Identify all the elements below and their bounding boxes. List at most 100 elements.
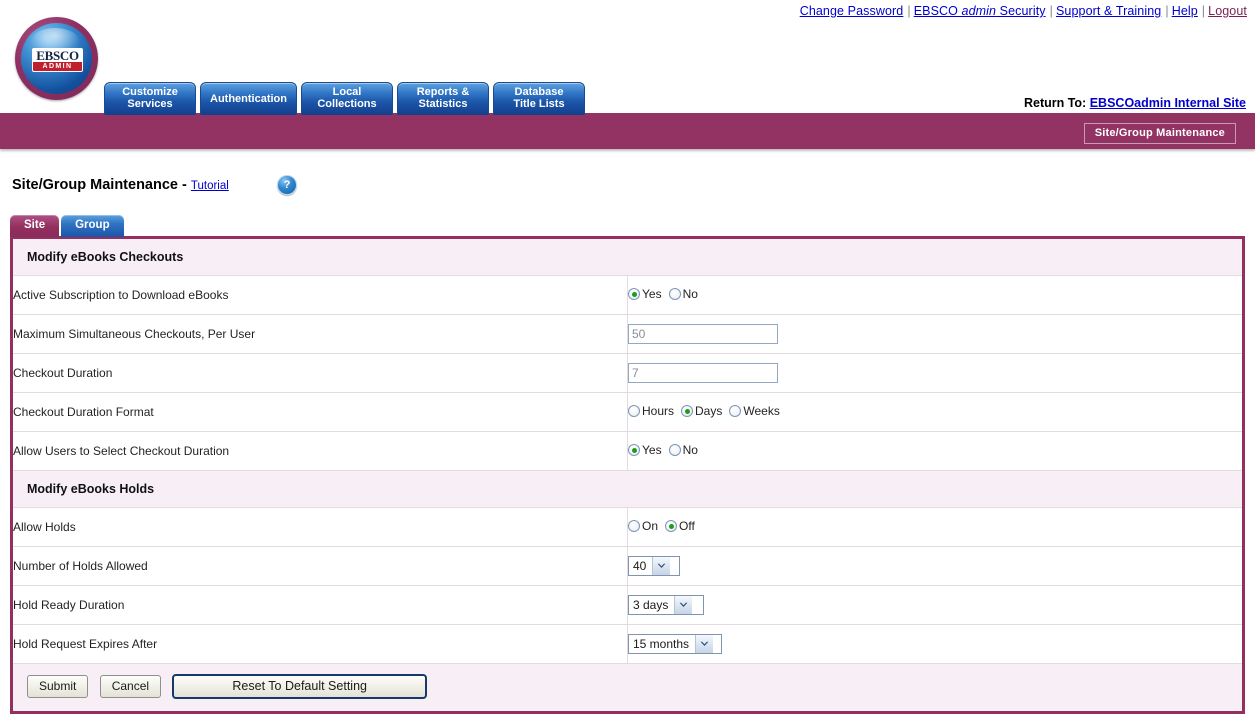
- row-label-allow-holds: Allow Holds: [13, 507, 628, 547]
- tab-group[interactable]: Group: [61, 215, 124, 237]
- row-value-hold-ready-duration: 3 days: [627, 585, 1242, 625]
- radio-indicator[interactable]: [628, 405, 640, 417]
- radio-group-allow-select-duration: Yes No: [628, 443, 705, 457]
- table-row: Allow Users to Select Checkout Duration …: [13, 431, 1242, 471]
- row-value-hold-expires-after: 15 months: [627, 624, 1242, 664]
- radio-label: No: [682, 287, 698, 301]
- logo-sub-text: ADMIN: [33, 62, 82, 71]
- radio-group-duration-format: Hours Days Weeks: [628, 404, 787, 418]
- radio-label: Days: [695, 404, 723, 418]
- table-row: Hold Ready Duration 3 days: [13, 585, 1242, 625]
- radio-group-allow-holds: On Off: [628, 519, 702, 533]
- table-row: Checkout Duration: [13, 353, 1242, 393]
- divider: |: [1165, 4, 1169, 18]
- radio-indicator[interactable]: [681, 405, 694, 417]
- radio-option-on[interactable]: On: [628, 519, 658, 533]
- form-actions: Submit Cancel Reset To Default Setting: [13, 663, 1242, 711]
- radio-indicator[interactable]: [628, 520, 640, 532]
- ebsco-admin-security-link[interactable]: EBSCO admin Security: [914, 4, 1046, 18]
- help-icon[interactable]: ?: [277, 175, 297, 195]
- page-title-text: Site/Group Maintenance: [12, 177, 178, 193]
- radio-indicator[interactable]: [668, 288, 681, 300]
- radio-label: Hours: [642, 404, 675, 418]
- row-label-hold-expires-after: Hold Request Expires After: [13, 624, 628, 664]
- radio-option-yes[interactable]: Yes: [628, 443, 662, 457]
- radio-option-yes[interactable]: Yes: [628, 287, 662, 301]
- row-label-hold-ready-duration: Hold Ready Duration: [13, 585, 628, 625]
- radio-label: Yes: [642, 443, 662, 457]
- logout-link[interactable]: Logout: [1208, 4, 1247, 18]
- tutorial-link[interactable]: Tutorial: [191, 180, 229, 192]
- radio-indicator[interactable]: [628, 288, 640, 300]
- row-label-max-checkouts: Maximum Simultaneous Checkouts, Per User: [13, 314, 628, 354]
- radio-indicator[interactable]: [729, 405, 742, 417]
- site-group-maintenance-button[interactable]: Site/Group Maintenance: [1083, 123, 1236, 144]
- row-label-number-of-holds: Number of Holds Allowed: [13, 546, 628, 586]
- max-checkouts-input[interactable]: [628, 324, 778, 344]
- ebscoadmin-internal-site-link[interactable]: EBSCOadmin Internal Site: [1090, 96, 1246, 110]
- nav-tab-local-collections[interactable]: Local Collections: [301, 82, 393, 115]
- radio-option-hours[interactable]: Hours: [628, 404, 674, 418]
- reset-to-default-button[interactable]: Reset To Default Setting: [172, 674, 427, 699]
- number-of-holds-select[interactable]: 40: [628, 556, 680, 576]
- radio-option-no[interactable]: No: [668, 287, 698, 301]
- nav-tab-reports-statistics[interactable]: Reports & Statistics: [397, 82, 489, 115]
- support-training-link[interactable]: Support & Training: [1056, 4, 1161, 18]
- main-navigation: Customize Services Authentication Local …: [104, 82, 585, 115]
- row-value-allow-holds: On Off: [627, 507, 1242, 547]
- settings-table: Modify eBooks Checkouts Active Subscript…: [13, 239, 1242, 711]
- table-row: Hold Request Expires After 15 months: [13, 624, 1242, 664]
- divider: |: [1201, 4, 1206, 18]
- nav-tab-line2: Statistics: [418, 98, 468, 110]
- section-title: Modify eBooks Checkouts: [13, 239, 1242, 276]
- section-banner: Site/Group Maintenance: [0, 113, 1255, 149]
- logo-badge: EBSCO ADMIN: [32, 48, 83, 72]
- hold-expires-after-select[interactable]: 15 months: [628, 634, 722, 654]
- subtab-bar: Site Group: [10, 215, 124, 237]
- radio-label: No: [682, 443, 698, 457]
- table-row: Number of Holds Allowed 40: [13, 546, 1242, 586]
- page-title: Site/Group Maintenance - Tutorial: [12, 177, 229, 193]
- row-label-checkout-duration: Checkout Duration: [13, 353, 628, 393]
- hold-ready-duration-select[interactable]: 3 days: [628, 595, 704, 615]
- row-label-active-subscription: Active Subscription to Download eBooks: [13, 275, 628, 315]
- select-value: 15 months: [633, 637, 690, 651]
- nav-tab-authentication[interactable]: Authentication: [200, 82, 297, 115]
- chevron-down-icon[interactable]: [695, 635, 714, 653]
- title-dash: -: [182, 177, 187, 193]
- chevron-down-icon[interactable]: [674, 596, 693, 614]
- checkout-duration-input[interactable]: [628, 363, 778, 383]
- radio-label: On: [642, 519, 659, 533]
- tab-site[interactable]: Site: [10, 215, 60, 237]
- nav-tab-customize-services[interactable]: Customize Services: [104, 82, 196, 115]
- chevron-down-icon[interactable]: [652, 557, 671, 575]
- cancel-button[interactable]: Cancel: [99, 675, 162, 698]
- row-label-duration-format: Checkout Duration Format: [13, 392, 628, 432]
- nav-tab-database-title-lists[interactable]: Database Title Lists: [493, 82, 585, 115]
- table-row: Checkout Duration Format Hours Days Week…: [13, 392, 1242, 432]
- nav-tab-line1: Authentication: [210, 93, 287, 105]
- radio-option-weeks[interactable]: Weeks: [729, 404, 780, 418]
- select-value: 40: [633, 559, 647, 573]
- radio-indicator[interactable]: [628, 444, 640, 456]
- table-row: Active Subscription to Download eBooks Y…: [13, 275, 1242, 315]
- radio-indicator[interactable]: [665, 520, 678, 532]
- change-password-link[interactable]: Change Password: [800, 4, 904, 18]
- return-to: Return To: EBSCOadmin Internal Site: [1024, 96, 1246, 110]
- row-value-max-checkouts: [627, 314, 1242, 354]
- nav-tab-line2: Title Lists: [513, 98, 565, 110]
- ebsco-admin-logo[interactable]: EBSCO ADMIN: [15, 17, 98, 100]
- radio-option-off[interactable]: Off: [665, 519, 695, 533]
- row-value-checkout-duration: [627, 353, 1242, 393]
- nav-tab-line1: Customize: [122, 86, 178, 98]
- submit-button[interactable]: Submit: [27, 675, 89, 698]
- radio-indicator[interactable]: [668, 444, 681, 456]
- nav-tab-line1: Local: [332, 86, 362, 98]
- radio-option-days[interactable]: Days: [681, 404, 722, 418]
- table-row: Allow Holds On Off: [13, 507, 1242, 547]
- radio-option-no[interactable]: No: [668, 443, 698, 457]
- section-header-checkouts: Modify eBooks Checkouts: [13, 239, 1242, 276]
- help-link[interactable]: Help: [1172, 4, 1198, 18]
- logo-brand-text: EBSCO: [33, 49, 82, 62]
- nav-tab-line1: Reports &: [416, 86, 470, 98]
